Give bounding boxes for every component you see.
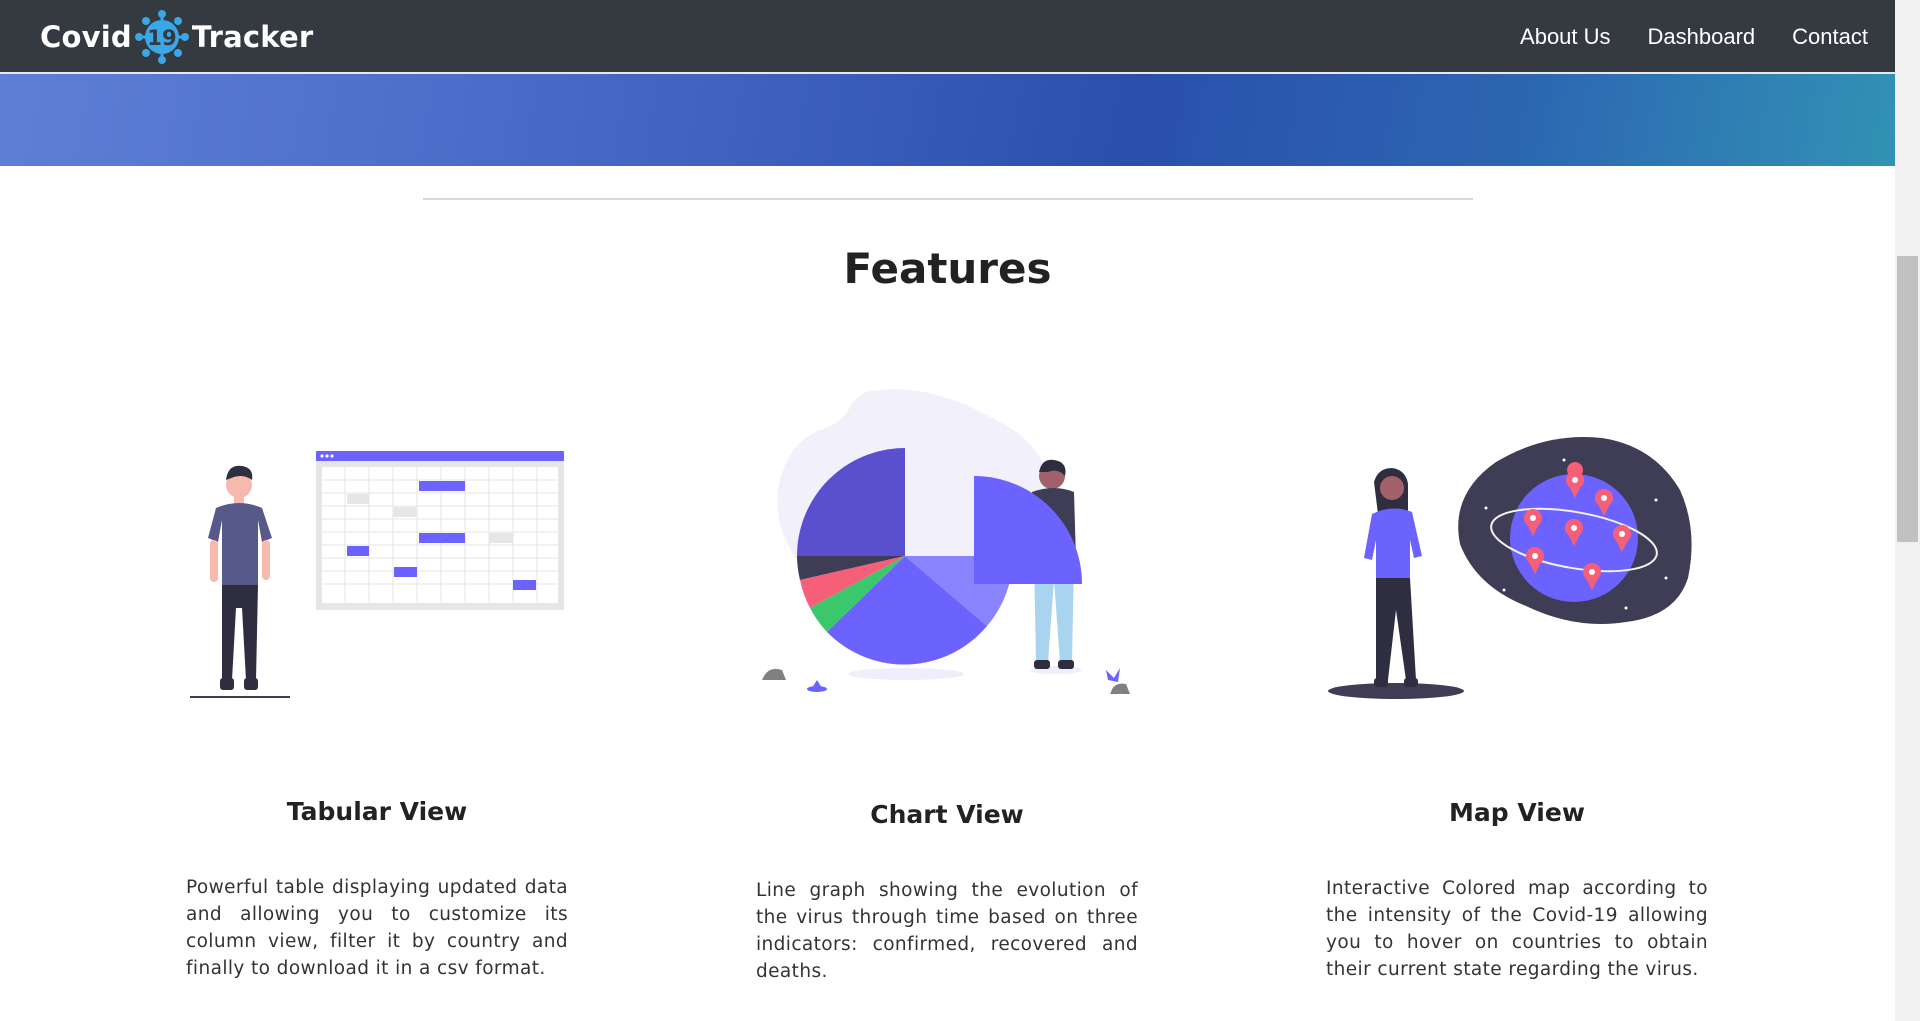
feature-desc-chart: Line graph showing the evolution of the … bbox=[756, 880, 1138, 982]
nav-links: About Us Dashboard Contact bbox=[1483, 0, 1868, 74]
feature-title-map: Map View bbox=[1449, 798, 1585, 827]
tabular-illustration bbox=[190, 451, 564, 698]
feature-title-chart: Chart View bbox=[870, 800, 1024, 829]
map-illustration bbox=[1328, 437, 1692, 699]
nav-link-contact[interactable]: Contact bbox=[1792, 24, 1868, 50]
navbar: Covid 19 Tracker About Us Dashboard Cont… bbox=[0, 0, 1895, 74]
brand-logo[interactable]: Covid 19 Tracker bbox=[40, 10, 314, 64]
nav-link-dashboard[interactable]: Dashboard bbox=[1648, 24, 1756, 50]
feature-desc-tabular: Powerful table displaying updated data a… bbox=[186, 877, 568, 979]
feature-desc-map: Interactive Colored map according to the… bbox=[1326, 878, 1708, 980]
virus-icon: 19 bbox=[134, 10, 189, 64]
chart-illustration bbox=[762, 389, 1130, 694]
feature-chart-view: Chart View Line graph showing the evolut… bbox=[756, 380, 1138, 982]
brand-text-covid: Covid bbox=[40, 20, 132, 54]
brand-badge: 19 bbox=[147, 26, 177, 50]
feature-map-view: Map View Interactive Colored map accordi… bbox=[1326, 380, 1708, 980]
section-divider bbox=[423, 198, 1473, 200]
scrollbar[interactable] bbox=[1895, 0, 1920, 1021]
feature-tabular-view: Tabular View Powerful table displaying u… bbox=[186, 380, 568, 980]
nav-link-about-us[interactable]: About Us bbox=[1520, 24, 1611, 50]
brand-text-tracker: Tracker bbox=[191, 20, 314, 54]
features-heading: Features bbox=[843, 244, 1052, 293]
hero-banner bbox=[0, 74, 1895, 166]
scrollbar-thumb[interactable] bbox=[1897, 256, 1918, 542]
feature-title-tabular: Tabular View bbox=[286, 797, 468, 826]
